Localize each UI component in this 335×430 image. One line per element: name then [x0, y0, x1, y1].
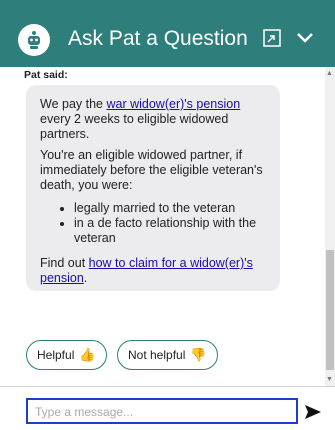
chat-header: Ask Pat a Question — [0, 0, 335, 67]
bot-message-bubble: We pay the war widow(er)'s pension every… — [26, 85, 280, 291]
send-icon[interactable] — [304, 404, 322, 420]
message-input[interactable]: Type a message... — [26, 398, 298, 424]
chevron-down-icon[interactable] — [296, 32, 314, 44]
helpful-button[interactable]: Helpful 👍 — [26, 340, 107, 370]
chat-title: Ask Pat a Question — [68, 27, 248, 50]
text-span: every 2 weeks to eligible widowed partne… — [40, 112, 229, 141]
divider — [0, 386, 335, 387]
expand-icon[interactable] — [263, 29, 281, 47]
scroll-up-arrow-icon[interactable]: ▲ — [326, 70, 333, 77]
eligibility-list: legally married to the veteran in a de f… — [40, 201, 266, 246]
conversation-area[interactable]: Pat said: We pay the war widow(er)'s pen… — [0, 67, 335, 387]
text-span: . — [83, 271, 88, 285]
speaker-label: Pat said: — [24, 69, 68, 81]
text-span: Find out — [40, 256, 89, 270]
war-widow-pension-link[interactable]: war widow(er)'s pension — [106, 97, 240, 111]
scrollbar[interactable]: ▲ ▼ — [325, 67, 335, 387]
thumbs-down-icon: 👎 — [190, 347, 207, 362]
message-paragraph: We pay the war widow(er)'s pension every… — [40, 97, 266, 142]
list-item: legally married to the veteran — [74, 201, 266, 216]
thumbs-up-icon: 👍 — [79, 347, 96, 362]
scroll-thumb[interactable] — [326, 250, 334, 370]
scroll-down-arrow-icon[interactable]: ▼ — [326, 376, 333, 383]
not-helpful-label: Not helpful — [128, 348, 186, 362]
not-helpful-button[interactable]: Not helpful 👎 — [117, 340, 218, 370]
message-paragraph: You're an eligible widowed partner, if i… — [40, 148, 263, 192]
list-item: in a de facto relationship with the vete… — [74, 216, 266, 246]
bot-avatar-icon — [18, 24, 50, 56]
text-span: We pay the — [40, 97, 107, 111]
helpful-label: Helpful — [37, 348, 75, 362]
message-paragraph: Find out how to claim for a widow(er)'s … — [40, 256, 266, 286]
